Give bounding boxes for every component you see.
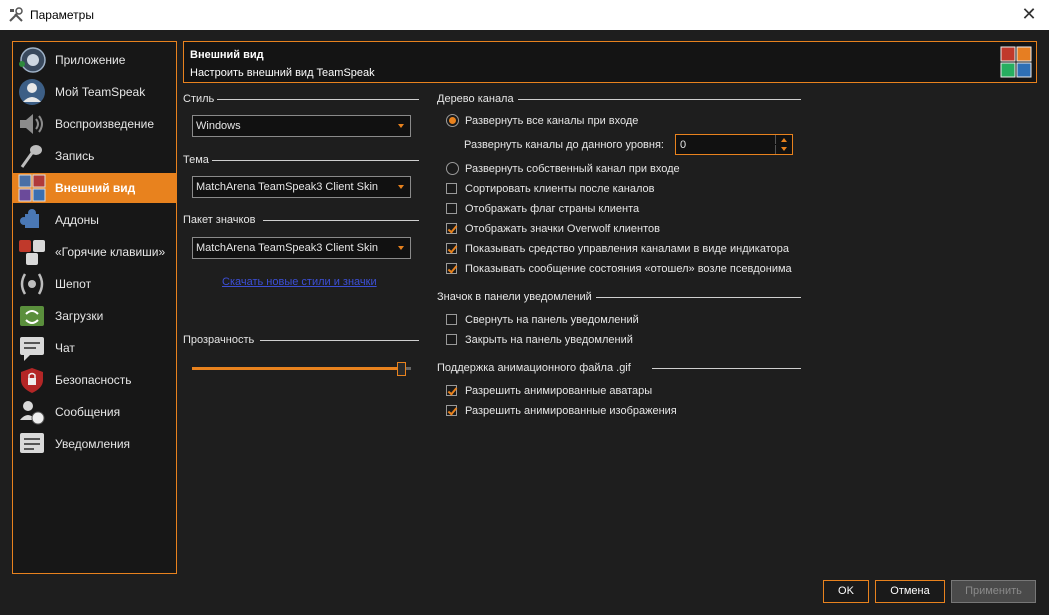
- security-lock-icon: [21, 368, 43, 393]
- sidebar-item-hotkeys[interactable]: «Горячие клавиши»: [13, 237, 176, 267]
- style-select[interactable]: Windows: [192, 115, 411, 137]
- gif-divider: [652, 368, 801, 369]
- transparency-divider: [260, 340, 419, 341]
- messages-icon: [20, 401, 45, 425]
- tray-section-label: Значок в панели уведомлений: [437, 291, 592, 303]
- download-styles-link[interactable]: Скачать новые стили и значки: [222, 276, 377, 288]
- ok-button[interactable]: OK: [823, 580, 869, 603]
- channel-tree-divider: [518, 99, 801, 100]
- sidebar-item-playback[interactable]: Воспроизведение: [13, 109, 176, 139]
- sidebar-item-capture[interactable]: Запись: [13, 141, 176, 171]
- transparency-slider-track[interactable]: [192, 367, 398, 370]
- window-title: Параметры: [30, 8, 94, 22]
- chevron-down-icon: [398, 185, 404, 189]
- expand-level-label: Развернуть каналы до данного уровня:: [464, 139, 664, 151]
- checkbox[interactable]: [446, 314, 457, 325]
- sidebar-item-addons[interactable]: Аддоны: [13, 205, 176, 235]
- spin-down-icon[interactable]: [775, 145, 792, 154]
- sidebar-item-appearance[interactable]: Внешний вид: [13, 173, 176, 203]
- hotkeys-icon: [19, 240, 45, 265]
- sidebar-item-chat[interactable]: Чат: [13, 333, 176, 363]
- checkbox[interactable]: [446, 405, 457, 416]
- show-channel-indicator-checkbox[interactable]: Показывать средство управления каналами …: [446, 241, 806, 257]
- radio-button[interactable]: [446, 162, 459, 175]
- close-to-tray-checkbox[interactable]: Закрыть на панель уведомлений: [446, 332, 746, 348]
- close-icon[interactable]: ✕: [1019, 4, 1039, 24]
- appearance-grid-icon: [18, 174, 46, 202]
- iconpack-select[interactable]: MatchArena TeamSpeak3 Client Skin: [192, 237, 411, 259]
- minimize-to-tray-checkbox[interactable]: Свернуть на панель уведомлений: [446, 312, 746, 328]
- sidebar-item-notifications[interactable]: Уведомления: [13, 429, 176, 459]
- settings-tools-icon: [9, 7, 23, 22]
- checkbox[interactable]: [446, 263, 457, 274]
- sidebar-item-downloads[interactable]: Загрузки: [13, 301, 176, 331]
- spin-up-icon[interactable]: [775, 135, 792, 144]
- transparency-slider-handle[interactable]: [397, 362, 406, 376]
- sidebar-item-my-teamspeak[interactable]: Мой TeamSpeak: [13, 77, 176, 107]
- downloads-icon: [20, 306, 44, 326]
- page-subtitle: Настроить внешний вид TeamSpeak: [190, 67, 375, 79]
- animated-avatars-checkbox[interactable]: Разрешить анимированные аватары: [446, 383, 746, 399]
- user-profile-icon: [19, 79, 45, 105]
- sidebar-item-whisper[interactable]: Шепот: [13, 269, 176, 299]
- expand-level-spinbox[interactable]: 0: [675, 134, 793, 155]
- cancel-button[interactable]: Отмена: [875, 580, 945, 603]
- checkbox[interactable]: [446, 334, 457, 345]
- checkbox[interactable]: [446, 203, 457, 214]
- checkbox[interactable]: [446, 243, 457, 254]
- sidebar: Приложение Мой TeamSpeak Воспроизведение…: [12, 41, 177, 574]
- checkbox[interactable]: [446, 223, 457, 234]
- notifications-icon: [20, 433, 44, 453]
- whisper-icon: [20, 273, 44, 295]
- theme-select[interactable]: MatchArena TeamSpeak3 Client Skin: [192, 176, 411, 198]
- transparency-section-label: Прозрачность: [183, 334, 255, 346]
- iconpack-divider: [263, 220, 419, 221]
- style-section-label: Стиль: [183, 93, 215, 105]
- puzzle-icon: [20, 209, 39, 228]
- sort-clients-checkbox[interactable]: Сортировать клиенты после каналов: [446, 181, 746, 197]
- sidebar-item-security[interactable]: Безопасность: [13, 365, 176, 395]
- checkbox[interactable]: [446, 385, 457, 396]
- apply-button[interactable]: Применить: [951, 580, 1036, 603]
- speaker-icon: [20, 114, 43, 134]
- chat-icon: [20, 337, 44, 361]
- tray-divider: [596, 297, 801, 298]
- page-header: Внешний вид Настроить внешний вид TeamSp…: [183, 41, 1037, 83]
- theme-section-label: Тема: [183, 154, 209, 166]
- iconpack-section-label: Пакет значков: [183, 214, 256, 226]
- theme-divider: [212, 160, 419, 161]
- microphone-icon: [20, 145, 42, 168]
- expand-all-radio[interactable]: Развернуть все каналы при входе: [446, 113, 746, 129]
- appearance-grid-icon: [1000, 46, 1032, 78]
- chevron-down-icon: [398, 124, 404, 128]
- sidebar-item-application[interactable]: Приложение: [13, 45, 176, 75]
- checkbox[interactable]: [446, 183, 457, 194]
- show-country-flag-checkbox[interactable]: Отображать флаг страны клиента: [446, 201, 746, 217]
- page-title: Внешний вид: [190, 49, 264, 61]
- show-overwolf-icons-checkbox[interactable]: Отображать значки Overwolf клиентов: [446, 221, 746, 237]
- radio-button[interactable]: [446, 114, 459, 127]
- chevron-down-icon: [398, 246, 404, 250]
- gif-section-label: Поддержка анимационного файла .gif: [437, 362, 631, 374]
- sidebar-item-messages[interactable]: Сообщения: [13, 397, 176, 427]
- teamspeak-logo-icon: [19, 47, 46, 73]
- show-away-message-checkbox[interactable]: Показывать сообщение состояния «отошел» …: [446, 261, 806, 277]
- style-divider: [217, 99, 419, 100]
- title-bar: Параметры ✕: [0, 0, 1049, 30]
- expand-own-radio[interactable]: Развернуть собственный канал при входе: [446, 161, 746, 177]
- animated-images-checkbox[interactable]: Разрешить анимированные изображения: [446, 403, 746, 419]
- channel-tree-section-label: Дерево канала: [437, 93, 514, 105]
